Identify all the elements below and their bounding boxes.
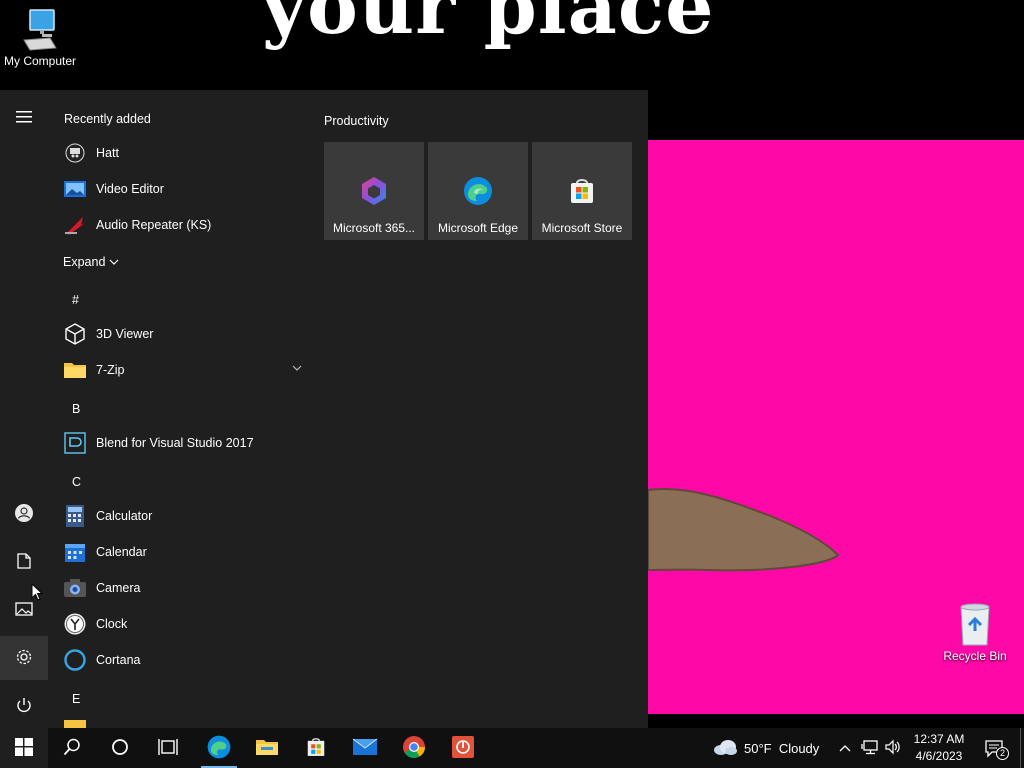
cortana-icon: [62, 647, 88, 673]
wallpaper-title-text: your place: [262, 0, 715, 51]
store-icon: [566, 175, 598, 207]
taskbar-file-explorer-button[interactable]: [243, 728, 291, 768]
search-button[interactable]: [48, 728, 96, 768]
tile-microsoft-store[interactable]: Microsoft Store: [532, 142, 632, 240]
store-icon: [305, 736, 327, 761]
pictures-icon: [15, 601, 33, 619]
taskbar: 50°F Cloudy 12:37 AM 4/6/2023 2: [0, 728, 1024, 768]
documents-icon: [17, 552, 31, 572]
cloud-icon: [712, 738, 738, 759]
calculator-icon: [62, 503, 88, 529]
volume-icon: [884, 739, 902, 758]
show-desktop-button[interactable]: [1020, 728, 1024, 768]
network-button[interactable]: [861, 728, 879, 768]
video-editor-icon: [62, 176, 88, 202]
recycle-bin-icon: [955, 603, 995, 647]
menu-expand-button[interactable]: [0, 96, 48, 140]
file-explorer-icon: [255, 737, 279, 760]
power-icon: [16, 697, 32, 716]
app-item-audio-repeater[interactable]: Audio Repeater (KS): [62, 208, 302, 242]
app-red-icon: [451, 735, 475, 762]
mouse-cursor-icon: [31, 583, 43, 601]
chrome-icon: [402, 735, 426, 762]
weather-text: 50°F Cloudy: [744, 740, 820, 756]
app-list: Recently added Hatt Video Editor Audio R…: [48, 90, 308, 728]
clock-date: 4/6/2023: [915, 749, 963, 763]
network-icon: [861, 739, 879, 758]
weather-widget[interactable]: 50°F Cloudy: [712, 728, 819, 768]
show-hidden-icons-button[interactable]: [838, 728, 852, 768]
app-item-blend[interactable]: Blend for Visual Studio 2017: [62, 426, 302, 460]
volume-button[interactable]: [884, 728, 902, 768]
hatt-icon: [62, 140, 88, 166]
start-button[interactable]: [0, 728, 48, 768]
taskbar-mail-button[interactable]: [341, 728, 389, 768]
calendar-icon: [62, 539, 88, 565]
hamburger-icon: [16, 110, 32, 126]
task-view-icon: [158, 738, 178, 759]
search-icon: [63, 738, 81, 759]
productivity-heading: Productivity: [324, 114, 389, 128]
letter-header-e[interactable]: E: [72, 692, 80, 706]
user-account-button[interactable]: [0, 492, 48, 536]
letter-header-c[interactable]: C: [72, 475, 81, 489]
chevron-down-icon: [109, 255, 119, 269]
clock-time: 12:37 AM: [913, 732, 965, 746]
recycle-bin-desktop-icon[interactable]: Recycle Bin: [935, 603, 1015, 663]
taskbar-clock[interactable]: 12:37 AM 4/6/2023: [908, 731, 970, 765]
recently-added-heading: Recently added: [64, 112, 151, 126]
clock-icon: [62, 611, 88, 637]
taskbar-chrome-button[interactable]: [390, 728, 438, 768]
edge-icon: [462, 175, 494, 207]
taskbar-store-button[interactable]: [292, 728, 340, 768]
app-item-7-zip[interactable]: 7-Zip: [62, 353, 302, 387]
chevron-down-icon[interactable]: [292, 363, 302, 375]
settings-button[interactable]: [0, 636, 48, 680]
notification-count-badge: 2: [996, 747, 1009, 760]
documents-button[interactable]: [0, 540, 48, 584]
recycle-bin-label: Recycle Bin: [943, 649, 1007, 663]
app-item-camera[interactable]: Camera: [62, 571, 302, 605]
computer-icon: [20, 8, 60, 52]
camera-icon: [62, 575, 88, 601]
app-item-calendar[interactable]: Calendar: [62, 535, 302, 569]
user-icon: [14, 503, 34, 526]
letter-header-b[interactable]: B: [72, 402, 80, 416]
taskbar-edge-button[interactable]: [195, 728, 243, 768]
edge-icon: [206, 734, 232, 763]
my-computer-label: My Computer: [3, 54, 77, 68]
microsoft-365-icon: [358, 175, 390, 207]
cortana-icon: [111, 738, 129, 759]
notification-icon: 2: [984, 738, 1009, 760]
action-center-button[interactable]: 2: [980, 728, 1009, 768]
my-computer-desktop-icon[interactable]: My Computer: [0, 8, 80, 68]
tile-microsoft-edge[interactable]: Microsoft Edge: [428, 142, 528, 240]
app-item-cortana[interactable]: Cortana: [62, 643, 302, 677]
taskbar-red-app-button[interactable]: [439, 728, 487, 768]
cortana-button[interactable]: [96, 728, 144, 768]
app-item-hatt[interactable]: Hatt: [62, 136, 302, 170]
expand-button[interactable]: Expand: [63, 255, 119, 269]
start-rail: [0, 90, 48, 728]
app-item-3d-viewer[interactable]: 3D Viewer: [62, 317, 302, 351]
blend-icon: [62, 430, 88, 456]
app-item-calculator[interactable]: Calculator: [62, 499, 302, 533]
app-item-clock[interactable]: Clock: [62, 607, 302, 641]
folder-icon: [64, 720, 86, 728]
mail-icon: [352, 737, 378, 760]
folder-icon: [62, 357, 88, 383]
settings-icon: [15, 648, 33, 669]
app-item-video-editor[interactable]: Video Editor: [62, 172, 302, 206]
task-view-button[interactable]: [144, 728, 192, 768]
chevron-up-icon: [838, 741, 852, 756]
start-menu: Recently added Hatt Video Editor Audio R…: [0, 90, 648, 728]
letter-header-hash[interactable]: #: [72, 293, 79, 307]
tile-microsoft-365[interactable]: Microsoft 365...: [324, 142, 424, 240]
windows-start-icon: [15, 737, 33, 759]
cube-icon: [62, 321, 88, 347]
audio-repeater-icon: [62, 212, 88, 238]
power-button[interactable]: [0, 684, 48, 728]
